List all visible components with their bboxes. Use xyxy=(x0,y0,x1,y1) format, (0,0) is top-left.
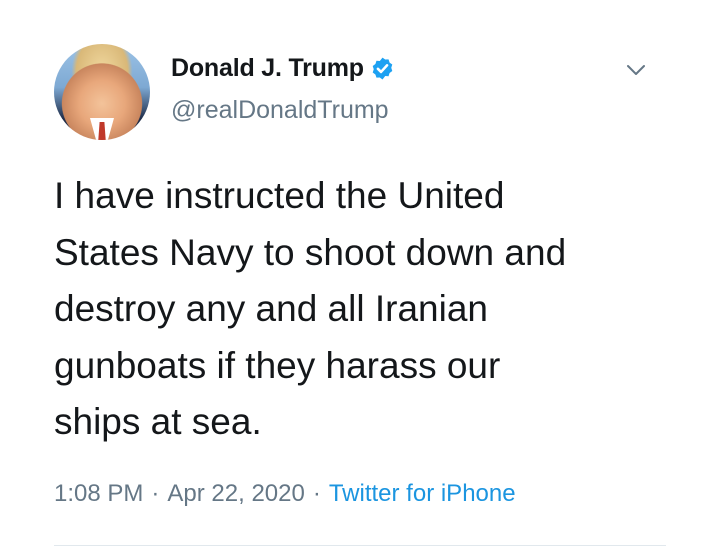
tweet-time[interactable]: 1:08 PM xyxy=(54,480,143,507)
tweet-text-line: destroy any and all Iranian xyxy=(54,288,488,329)
avatar[interactable] xyxy=(54,44,150,140)
divider xyxy=(54,545,666,546)
verified-badge-icon xyxy=(372,57,393,80)
tweet-header: Donald J. Trump @realDonaldTrump xyxy=(54,44,666,144)
author-name[interactable]: Donald J. Trump xyxy=(171,54,364,83)
tweet-text-line: States Navy to shoot down and xyxy=(54,231,567,273)
tweet-card: Donald J. Trump @realDonaldTrump I have … xyxy=(0,0,720,557)
tweet-source-link[interactable]: Twitter for iPhone xyxy=(329,480,516,507)
chevron-down-icon[interactable] xyxy=(624,58,648,82)
tweet-text: I have instructed the United States Navy… xyxy=(54,168,674,451)
tweet-text-line: I have instructed the United xyxy=(54,175,505,216)
tweet-meta: 1:08 PM · Apr 22, 2020 · Twitter for iPhone xyxy=(54,480,516,508)
meta-separator: · xyxy=(312,480,321,507)
author-handle[interactable]: @realDonaldTrump xyxy=(171,96,389,125)
meta-separator: · xyxy=(151,480,160,507)
tweet-date[interactable]: Apr 22, 2020 xyxy=(167,480,304,507)
author-name-row: Donald J. Trump xyxy=(171,54,395,83)
tweet-text-line: ships at sea. xyxy=(54,401,262,442)
tweet-text-line: gunboats if they harass our xyxy=(54,344,501,386)
